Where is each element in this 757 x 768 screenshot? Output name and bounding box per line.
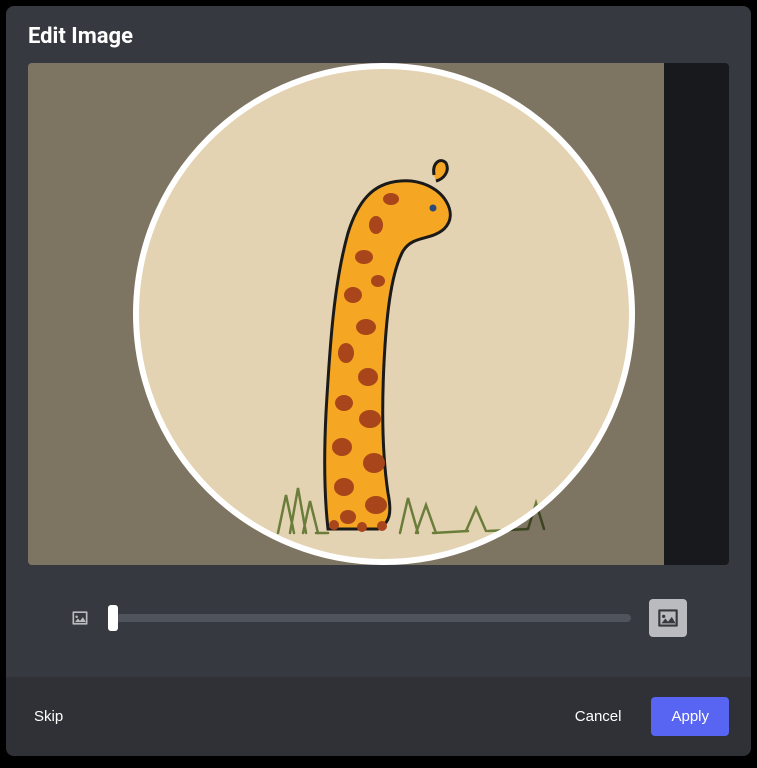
- apply-button[interactable]: Apply: [651, 697, 729, 736]
- zoom-slider-thumb[interactable]: [108, 605, 118, 631]
- skip-button[interactable]: Skip: [28, 698, 69, 735]
- zoom-slider[interactable]: [108, 606, 631, 630]
- giraffe-illustration: [28, 63, 664, 565]
- edit-image-modal: Edit Image: [6, 6, 751, 756]
- image-crop-area[interactable]: [28, 63, 729, 565]
- zoom-slider-track: [108, 614, 631, 622]
- image-large-icon: [649, 599, 687, 637]
- image-small-icon: [70, 608, 90, 628]
- cancel-button[interactable]: Cancel: [569, 698, 628, 735]
- modal-header: Edit Image: [6, 6, 751, 63]
- modal-title: Edit Image: [28, 24, 729, 49]
- image-canvas: [28, 63, 664, 565]
- modal-footer: Skip Cancel Apply: [6, 677, 751, 756]
- zoom-slider-row: [6, 565, 751, 671]
